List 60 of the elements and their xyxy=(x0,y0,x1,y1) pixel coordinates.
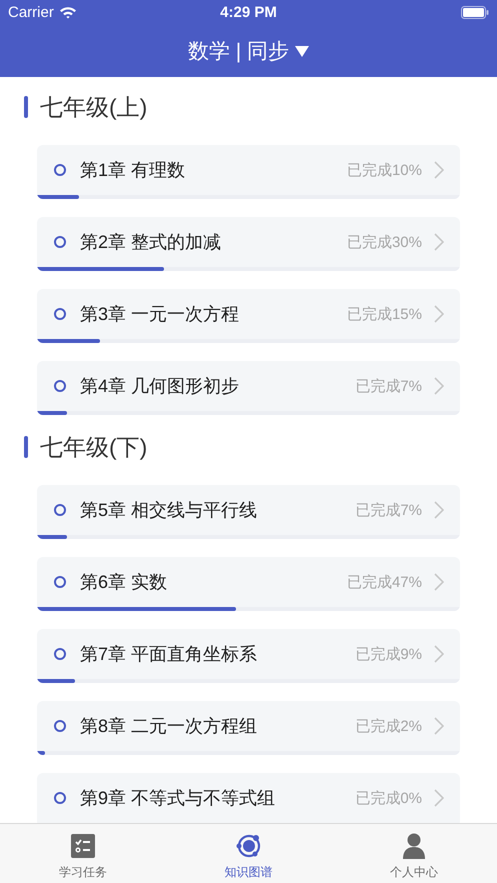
dropdown-caret-icon[interactable] xyxy=(295,46,310,56)
page-title[interactable]: 数学 | 同步 xyxy=(188,37,290,65)
chevron-right-icon xyxy=(434,645,444,663)
section-title: 七年级(上) xyxy=(40,92,148,122)
tab-item[interactable]: 学习任务 xyxy=(0,824,166,883)
chevron-right-icon xyxy=(434,377,444,395)
chapter-card[interactable]: 第1章 有理数 已完成10% xyxy=(37,145,460,199)
progress-label: 已完成15% xyxy=(346,304,422,324)
chapter-title: 第7章 平面直角坐标系 xyxy=(80,643,258,666)
tab-item[interactable]: 知识图谱 xyxy=(166,824,332,883)
chapter-title: 第8章 二元一次方程组 xyxy=(80,715,258,738)
section-marker xyxy=(24,436,28,458)
progress-label: 已完成47% xyxy=(346,572,422,592)
progress-label: 已完成9% xyxy=(355,644,422,664)
circle-icon xyxy=(54,504,66,516)
tab-item[interactable]: 个人中心 xyxy=(331,824,497,883)
wifi-icon xyxy=(58,6,77,19)
circle-icon xyxy=(54,720,66,732)
chevron-right-icon xyxy=(434,717,444,735)
chapter-title: 第4章 几何图形初步 xyxy=(80,375,240,398)
circle-icon xyxy=(54,576,66,588)
chapter-title: 第5章 相交线与平行线 xyxy=(80,499,258,522)
chapter-card[interactable]: 第5章 相交线与平行线 已完成7% xyxy=(37,485,460,539)
clock-time: 4:29 PM xyxy=(220,4,277,21)
chapter-title: 第1章 有理数 xyxy=(80,159,186,182)
chapter-card[interactable]: 第6章 实数 已完成47% xyxy=(37,557,460,611)
circle-icon xyxy=(54,164,66,176)
chapter-card[interactable]: 第9章 不等式与不等式组 已完成0% xyxy=(37,773,460,823)
progress-label: 已完成2% xyxy=(355,716,422,736)
chapter-title: 第3章 一元一次方程 xyxy=(80,303,240,326)
chapter-card[interactable]: 第8章 二元一次方程组 已完成2% xyxy=(37,701,460,755)
circle-icon xyxy=(54,236,66,248)
progress-label: 已完成30% xyxy=(346,232,422,252)
circle-icon xyxy=(54,308,66,320)
chevron-right-icon xyxy=(434,789,444,807)
chapter-title: 第9章 不等式与不等式组 xyxy=(80,787,276,810)
chevron-right-icon xyxy=(434,501,444,519)
chapter-card[interactable]: 第4章 几何图形初步 已完成7% xyxy=(37,361,460,415)
carrier-label: Carrier xyxy=(8,4,54,21)
chapter-card[interactable]: 第3章 一元一次方程 已完成15% xyxy=(37,289,460,343)
circle-icon xyxy=(54,792,66,804)
chapter-title: 第2章 整式的加减 xyxy=(80,231,222,254)
circle-icon xyxy=(54,380,66,392)
chapter-card[interactable]: 第2章 整式的加减 已完成30% xyxy=(37,217,460,271)
section-marker xyxy=(24,96,28,118)
section-title: 七年级(下) xyxy=(40,432,148,462)
chevron-right-icon xyxy=(434,233,444,251)
progress-label: 已完成10% xyxy=(346,160,422,180)
chapter-title: 第6章 实数 xyxy=(80,571,168,594)
progress-label: 已完成7% xyxy=(355,376,422,396)
battery-icon xyxy=(461,6,489,19)
chapter-card[interactable]: 第7章 平面直角坐标系 已完成9% xyxy=(37,629,460,683)
circle-icon xyxy=(54,648,66,660)
chevron-right-icon xyxy=(434,305,444,323)
chevron-right-icon xyxy=(434,161,444,179)
progress-label: 已完成7% xyxy=(355,500,422,520)
person-icon xyxy=(402,833,426,859)
chevron-right-icon xyxy=(434,573,444,591)
checklist-icon xyxy=(70,834,95,858)
progress-label: 已完成0% xyxy=(355,788,422,808)
